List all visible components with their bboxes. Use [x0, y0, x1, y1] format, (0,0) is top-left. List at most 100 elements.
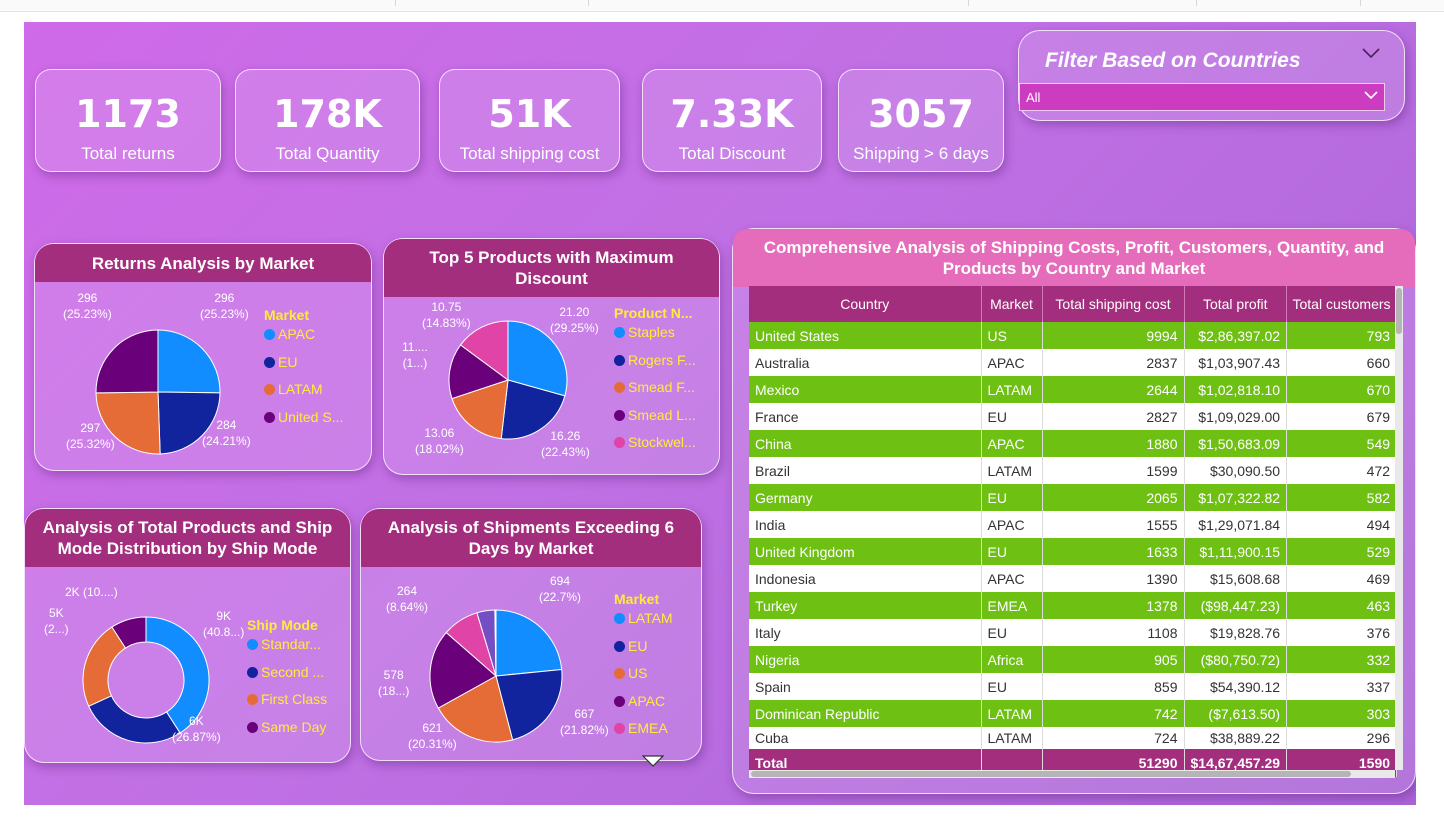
table-row[interactable]: Italy EU 1108 $19,828.76 376 — [749, 619, 1398, 646]
table-row[interactable]: Nigeria Africa 905 ($80,750.72) 332 — [749, 646, 1398, 673]
table-row[interactable]: Turkey EMEA 1378 ($98,447.23) 463 — [749, 592, 1398, 619]
table-row[interactable]: Mexico LATAM 2644 $1,02,818.10 670 — [749, 376, 1398, 403]
table-cell: $1,02,818.10 — [1184, 376, 1288, 403]
table-cell: $30,090.50 — [1184, 457, 1288, 484]
table-cell: 679 — [1286, 403, 1398, 430]
legend-item[interactable]: Smead L... — [614, 407, 696, 435]
table-cell: 1390 — [1042, 565, 1185, 592]
data-label: 16.26 (22.43%) — [541, 429, 590, 459]
kpi-card-total-discount[interactable]: 7.33K Total Discount — [642, 69, 822, 172]
chart-legend: Market LATAM EU US APAC EMEA — [614, 591, 673, 748]
table-cell: 742 — [1042, 700, 1185, 727]
kpi-card-shipping-over-6-days[interactable]: 3057 Shipping > 6 days — [838, 69, 1004, 172]
table-row[interactable]: Brazil LATAM 1599 $30,090.50 472 — [749, 457, 1398, 484]
table-row[interactable]: Dominican Republic LATAM 742 ($7,613.50) 303 — [749, 700, 1398, 727]
table-cell: 1108 — [1042, 619, 1185, 646]
pie-slice[interactable] — [88, 695, 181, 744]
table-row[interactable]: Australia APAC 2837 $1,03,907.43 660 — [749, 349, 1398, 376]
legend-item[interactable]: LATAM — [264, 381, 343, 409]
data-label: 264 (8.64%) — [386, 584, 429, 614]
table-cell: 9994 — [1042, 322, 1185, 349]
scrollbar-thumb[interactable] — [751, 771, 1351, 777]
table-row[interactable]: United Kingdom EU 1633 $1,11,900.15 529 — [749, 538, 1398, 565]
legend-title: Market — [264, 307, 310, 323]
kpi-card-total-returns[interactable]: 1173 Total returns — [35, 69, 221, 172]
chevron-down-icon[interactable] — [1362, 47, 1380, 59]
strip-divider — [1196, 0, 1197, 6]
table-row[interactable]: Cuba LATAM 724 $38,889.22 296 — [749, 727, 1398, 749]
column-header[interactable]: Total customers — [1286, 286, 1398, 322]
table-cell: $1,29,071.84 — [1184, 511, 1288, 538]
legend-item[interactable]: EMEA — [614, 720, 673, 748]
data-label: 297 (25.32%) — [66, 421, 115, 451]
column-header[interactable]: Country — [749, 286, 982, 322]
table-cell: $1,09,029.00 — [1184, 403, 1288, 430]
kpi-label: Total Discount — [678, 144, 786, 163]
legend-item[interactable]: First Class — [247, 691, 327, 719]
legend-item[interactable]: APAC — [614, 693, 673, 721]
legend-item[interactable]: APAC — [264, 326, 343, 354]
data-label: 9K (40.8...) — [203, 609, 245, 639]
table-cell: $19,828.76 — [1184, 619, 1288, 646]
table-row[interactable]: France EU 2827 $1,09,029.00 679 — [749, 403, 1398, 430]
table-cell: EMEA — [981, 592, 1043, 619]
legend-item[interactable]: United S... — [264, 409, 343, 437]
data-label: 2K (10....) — [65, 585, 118, 599]
legend-item[interactable]: Smead F... — [614, 379, 696, 407]
table-vertical-scrollbar[interactable] — [1395, 286, 1403, 770]
table-row[interactable]: Spain EU 859 $54,390.12 337 — [749, 673, 1398, 700]
kpi-label: Total Quantity — [275, 144, 380, 163]
legend-item[interactable]: Same Day — [247, 719, 327, 747]
table-cell: EU — [981, 484, 1043, 511]
column-header[interactable]: Total shipping cost — [1042, 286, 1185, 322]
table-cell: 1555 — [1042, 511, 1185, 538]
top-products-discount-panel: Top 5 Products with Maximum Discount 10.… — [383, 238, 720, 475]
data-label: 296 (25.23%) — [200, 291, 249, 321]
table-cell: 2827 — [1042, 403, 1185, 430]
chart-legend: Product N... Staples Rogers F... Smead F… — [614, 305, 696, 462]
legend-item[interactable]: US — [614, 665, 673, 693]
pie-slice[interactable] — [157, 329, 221, 394]
kpi-card-total-quantity[interactable]: 178K Total Quantity — [235, 69, 420, 172]
legend-item[interactable]: EU — [614, 638, 673, 666]
kpi-card-total-shipping-cost[interactable]: 51K Total shipping cost — [439, 69, 620, 172]
data-label: 667 (21.82%) — [560, 707, 609, 737]
pie-slice[interactable] — [495, 609, 563, 677]
dashboard-canvas: 1173 Total returns 178K Total Quantity 5… — [24, 22, 1416, 805]
table-row[interactable]: Germany EU 2065 $1,07,322.82 582 — [749, 484, 1398, 511]
kpi-label: Total returns — [81, 144, 175, 163]
legend-item[interactable]: Second ... — [247, 664, 327, 692]
legend-item[interactable]: Staples — [614, 324, 696, 352]
table-horizontal-scrollbar[interactable] — [749, 770, 1395, 778]
legend-item[interactable]: EU — [264, 354, 343, 382]
table-row[interactable]: China APAC 1880 $1,50,683.09 549 — [749, 430, 1398, 457]
column-header[interactable]: Total profit — [1184, 286, 1288, 322]
data-label: 10.75 (14.83%) — [422, 300, 471, 330]
table-row[interactable]: Indonesia APAC 1390 $15,608.68 469 — [749, 565, 1398, 592]
legend-item[interactable]: Rogers F... — [614, 352, 696, 380]
data-label: 5K (2...) — [44, 606, 69, 636]
table-cell: LATAM — [981, 376, 1043, 403]
table-cell: Nigeria — [749, 646, 982, 673]
legend-item[interactable]: LATAM — [614, 610, 673, 638]
chevron-down-icon — [1364, 91, 1378, 100]
kpi-label: Shipping > 6 days — [853, 144, 989, 163]
country-analysis-table-panel: Comprehensive Analysis of Shipping Costs… — [732, 228, 1416, 794]
country-dropdown[interactable]: All — [1019, 83, 1385, 111]
table-row[interactable]: United States US 9994 $2,86,397.02 793 — [749, 322, 1398, 349]
data-label: 578 (18...) — [378, 668, 410, 698]
column-header[interactable]: Market — [981, 286, 1043, 322]
table-cell: $15,608.68 — [1184, 565, 1288, 592]
table-cell: 582 — [1286, 484, 1398, 511]
country-filter-slicer[interactable]: Filter Based on Countries All — [1018, 30, 1405, 121]
scrollbar-thumb[interactable] — [1396, 288, 1402, 334]
legend-item[interactable]: Standar... — [247, 636, 327, 664]
table-cell: 724 — [1042, 727, 1185, 749]
table-row[interactable]: India APAC 1555 $1,29,071.84 494 — [749, 511, 1398, 538]
legend-scroll-down-icon[interactable] — [642, 755, 664, 767]
table-cell: United Kingdom — [749, 538, 982, 565]
legend-item[interactable]: Stockwel... — [614, 434, 696, 462]
pie-slice[interactable] — [95, 329, 159, 394]
table-cell: 469 — [1286, 565, 1398, 592]
table-cell: 1599 — [1042, 457, 1185, 484]
